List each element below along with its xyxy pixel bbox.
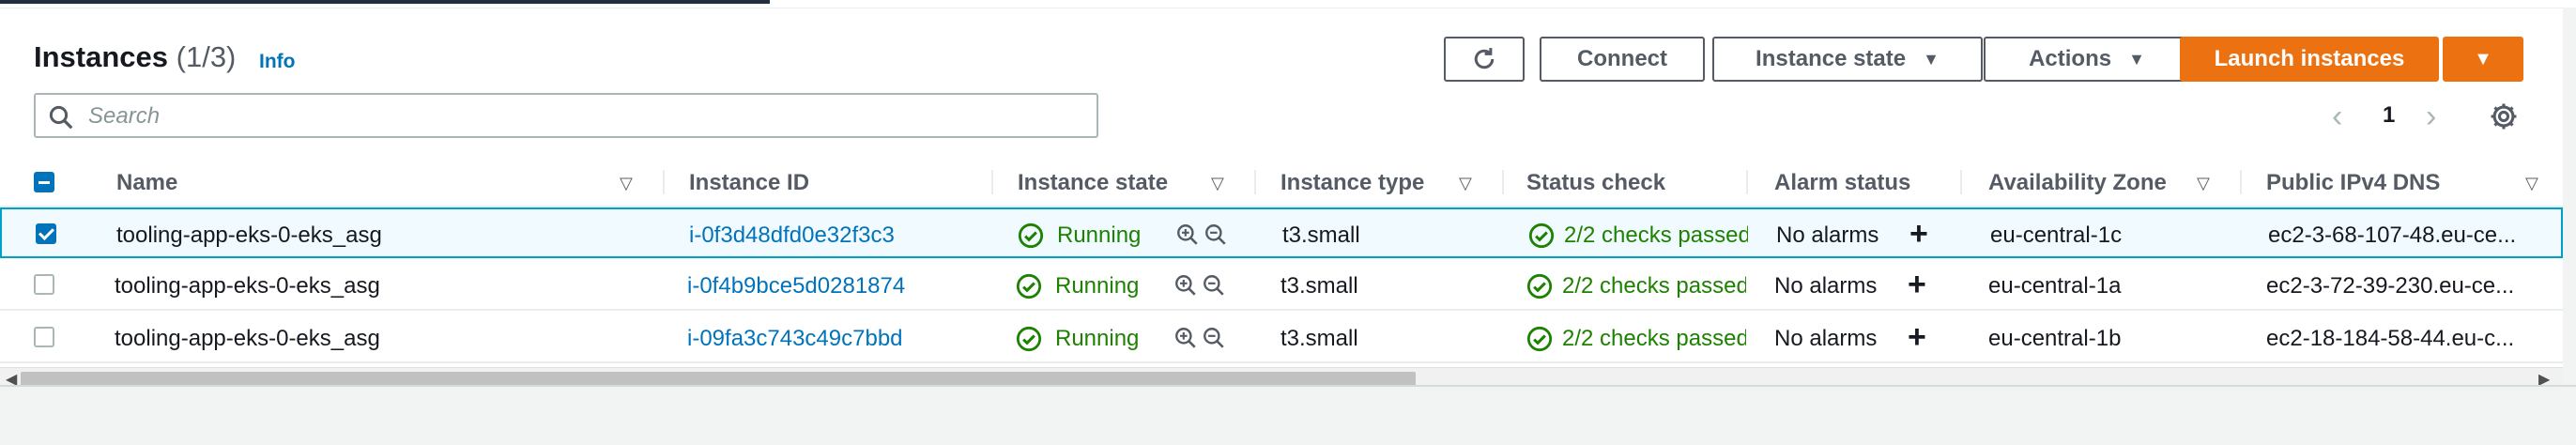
gear-icon[interactable] <box>2488 100 2520 132</box>
column-divider <box>663 170 665 194</box>
row-checkbox[interactable] <box>36 223 56 244</box>
alarm-status-value: No alarms <box>1774 326 1878 351</box>
sort-icon[interactable]: ▽ <box>1211 174 1224 193</box>
search-icon <box>49 105 73 130</box>
sort-icon[interactable]: ▽ <box>2525 174 2538 193</box>
column-divider <box>1960 170 1962 194</box>
table-row[interactable]: tooling-app-eks-0-eks_asg i-0f4b9bce5d02… <box>0 260 2563 311</box>
zoom-out-icon[interactable] <box>1204 222 1228 247</box>
instance-name: tooling-app-eks-0-eks_asg <box>116 222 382 248</box>
column-divider <box>1254 170 1256 194</box>
instance-id-link[interactable]: i-09fa3c743c49c7bbd <box>687 326 903 352</box>
instance-state-value: Running <box>1055 273 1140 299</box>
instance-id-link[interactable]: i-0f4b9bce5d0281874 <box>687 273 905 299</box>
sort-icon[interactable]: ▽ <box>2197 174 2210 193</box>
row-checkbox[interactable] <box>34 274 54 295</box>
launch-instances-button-label: Launch instances <box>2214 46 2405 71</box>
info-link[interactable]: Info <box>259 51 295 73</box>
top-bar <box>0 0 2576 8</box>
connect-button[interactable]: Connect <box>1540 37 1705 82</box>
availability-zone-value: eu-central-1b <box>1988 326 2122 351</box>
connect-button-label: Connect <box>1577 46 1667 71</box>
caret-down-icon: ▼ <box>2128 49 2145 69</box>
column-header-instance-id[interactable]: Instance ID <box>689 170 809 196</box>
check-circle-icon <box>1018 222 1044 249</box>
check-circle-icon <box>1526 273 1553 299</box>
column-header-public-ipv4-dns[interactable]: Public IPv4 DNS <box>2266 170 2440 196</box>
column-divider <box>2240 170 2242 194</box>
zoom-out-icon[interactable] <box>1202 326 1226 350</box>
select-all-checkbox[interactable] <box>34 172 54 192</box>
column-divider <box>991 170 993 194</box>
instance-state-value: Running <box>1055 326 1140 351</box>
refresh-icon <box>1474 48 1495 69</box>
instance-state-button-label: Instance state <box>1756 46 1907 71</box>
status-check-value: 2/2 checks passed <box>1562 326 1746 351</box>
right-gutter <box>2563 8 2576 385</box>
previous-page-icon[interactable]: ‹ <box>2332 99 2342 135</box>
sort-icon[interactable]: ▽ <box>1459 174 1472 193</box>
public-dns-value: ec2-3-72-39-230.eu-ce... <box>2266 273 2515 299</box>
add-alarm-icon[interactable]: + <box>1908 321 1926 353</box>
actions-button[interactable]: Actions ▼ <box>1984 37 2190 82</box>
table-header: Name ▽ Instance ID Instance state ▽ Inst… <box>0 159 2563 207</box>
status-check-value: 2/2 checks passed <box>1564 222 1748 248</box>
column-header-alarm-status[interactable]: Alarm status <box>1774 170 1910 196</box>
alarm-status-value: No alarms <box>1774 273 1878 299</box>
availability-zone-value: eu-central-1c <box>1990 222 2123 248</box>
instance-type-value: t3.small <box>1280 273 1358 299</box>
instances-panel: Instances (1/3) Info Connect Instance st… <box>0 8 2563 392</box>
refresh-button[interactable] <box>1444 37 1525 82</box>
instance-type-value: t3.small <box>1280 326 1358 351</box>
search-input[interactable] <box>86 102 1085 130</box>
instance-name: tooling-app-eks-0-eks_asg <box>115 273 380 299</box>
instance-name: tooling-app-eks-0-eks_asg <box>115 326 380 351</box>
zoom-in-icon[interactable] <box>1175 222 1200 247</box>
page-title: Instances (1/3) <box>34 40 236 74</box>
column-header-status-check[interactable]: Status check <box>1526 170 1665 196</box>
instance-id-link[interactable]: i-0f3d48dfd0e32f3c3 <box>689 222 895 249</box>
selection-count: (1/3) <box>176 40 237 73</box>
table-row[interactable]: tooling-app-eks-0-eks_asg i-0f3d48dfd0e3… <box>0 207 2563 258</box>
column-header-instance-type[interactable]: Instance type <box>1280 170 1424 196</box>
instance-type-value: t3.small <box>1282 222 1360 248</box>
page-title-text: Instances <box>34 40 169 73</box>
launch-instances-button[interactable]: Launch instances <box>2180 37 2439 82</box>
public-dns-value: ec2-18-184-58-44.eu-c... <box>2266 326 2515 351</box>
lower-split-panel <box>0 385 2576 445</box>
column-header-instance-state[interactable]: Instance state <box>1018 170 1168 196</box>
next-page-icon[interactable]: › <box>2426 99 2436 135</box>
status-check-value: 2/2 checks passed <box>1562 273 1746 299</box>
current-page[interactable]: 1 <box>2383 102 2395 129</box>
table-row[interactable]: tooling-app-eks-0-eks_asg i-09fa3c743c49… <box>0 313 2563 363</box>
check-circle-icon <box>1528 222 1555 249</box>
caret-down-icon: ▼ <box>2474 48 2492 69</box>
column-divider <box>1746 170 1748 194</box>
actions-button-label: Actions <box>2029 46 2112 71</box>
row-checkbox[interactable] <box>34 327 54 347</box>
public-dns-value: ec2-3-68-107-48.eu-ce... <box>2268 222 2517 248</box>
caret-down-icon: ▼ <box>1923 49 1940 69</box>
add-alarm-icon[interactable]: + <box>1908 269 1926 300</box>
availability-zone-value: eu-central-1a <box>1988 273 2122 299</box>
top-bar-tab <box>0 0 770 4</box>
sort-icon[interactable]: ▽ <box>620 174 633 193</box>
launch-dropdown-button[interactable]: ▼ <box>2443 37 2523 82</box>
add-alarm-icon[interactable]: + <box>1909 218 1928 250</box>
zoom-out-icon[interactable] <box>1202 273 1226 298</box>
check-circle-icon <box>1526 326 1553 352</box>
column-header-name[interactable]: Name <box>116 170 177 196</box>
column-divider <box>1502 170 1504 194</box>
zoom-in-icon[interactable] <box>1173 326 1198 350</box>
check-circle-icon <box>1016 273 1042 299</box>
column-header-availability-zone[interactable]: Availability Zone <box>1988 170 2167 196</box>
instance-state-button[interactable]: Instance state ▼ <box>1712 37 1983 82</box>
search-box[interactable] <box>34 93 1098 138</box>
instance-state-value: Running <box>1057 222 1142 248</box>
check-circle-icon <box>1016 326 1042 352</box>
zoom-in-icon[interactable] <box>1173 273 1198 298</box>
alarm-status-value: No alarms <box>1776 222 1879 248</box>
